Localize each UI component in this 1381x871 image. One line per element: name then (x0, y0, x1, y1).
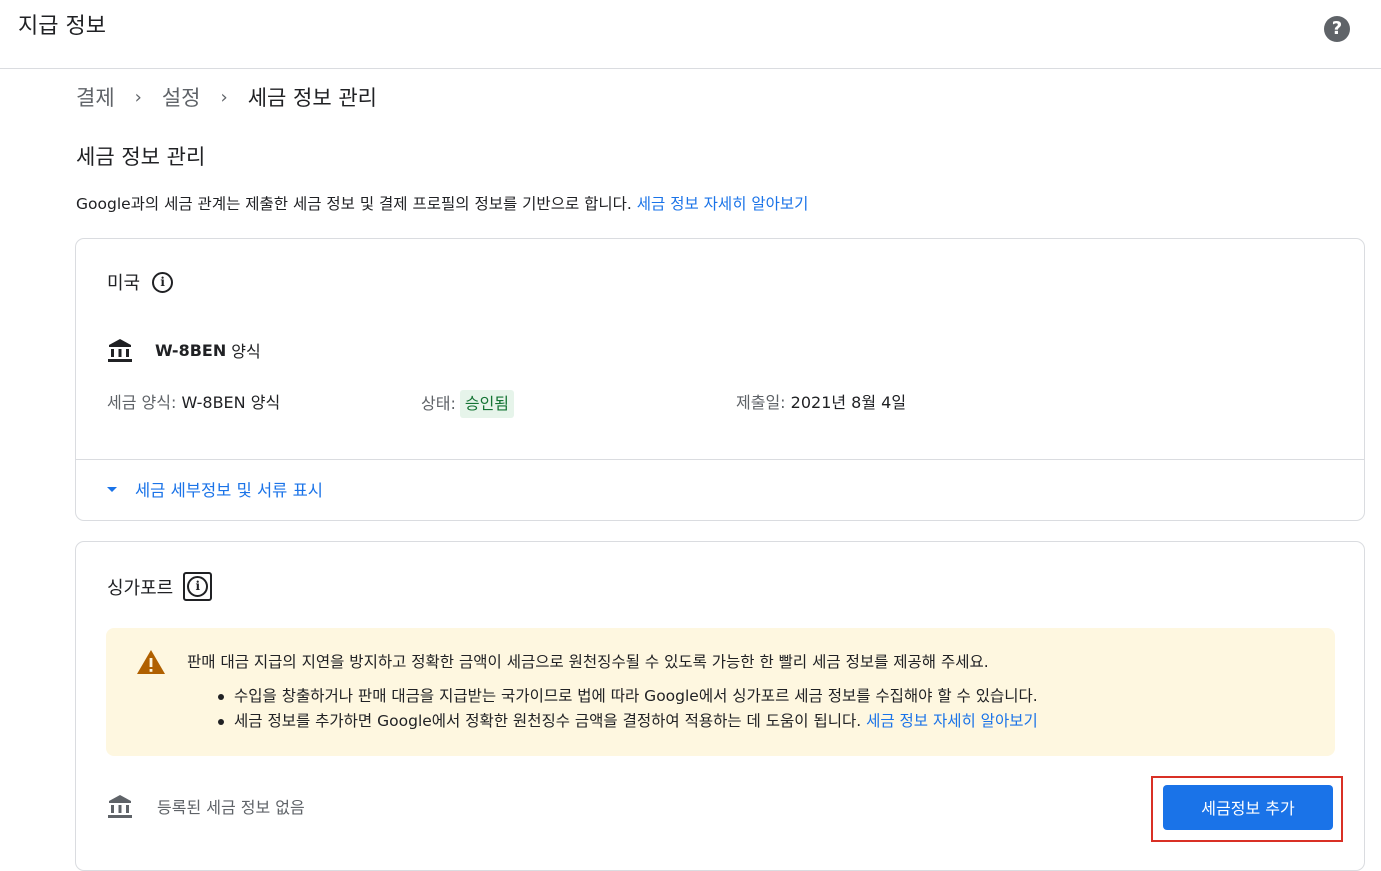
breadcrumb: 결제 › 설정 › 세금 정보 관리 (76, 82, 377, 112)
submitted-label: 제출일: (736, 393, 786, 412)
warning-triangle-icon (137, 650, 165, 674)
status-label: 상태: (421, 394, 456, 413)
empty-tax-info-text: 등록된 세금 정보 없음 (157, 798, 305, 817)
info-circle-icon[interactable]: i (152, 271, 174, 293)
submitted-detail: 제출일: 2021년 8월 4일 (736, 389, 906, 417)
country-name: 싱가포르 (107, 577, 174, 599)
warning-list-item: 수입을 창출하거나 판매 대금을 지급받는 국가이므로 법에 따라 Google… (218, 684, 1038, 709)
caret-down-icon (107, 486, 117, 492)
warning-list: 수입을 창출하거나 판매 대금을 지급받는 국가이므로 법에 따라 Google… (218, 684, 1038, 734)
form-suffix: 양식 (231, 342, 261, 361)
form-name: W-8BEN (155, 340, 227, 360)
sg-country-row: 싱가포르 i (107, 572, 213, 601)
warning-message: 판매 대금 지급의 지연을 방지하고 정확한 금액이 세금으로 원천징수될 수 … (187, 653, 989, 671)
us-form-row: W-8BEN 양식 (107, 337, 261, 363)
help-icon[interactable]: ? (1324, 16, 1350, 42)
page-title: 세금 정보 관리 (76, 145, 206, 169)
learn-more-link[interactable]: 세금 정보 자세히 알아보기 (637, 195, 809, 213)
bank-building-icon (108, 795, 132, 818)
breadcrumb-item-settings[interactable]: 설정 (162, 82, 201, 112)
warning-list-item: 세금 정보를 추가하면 Google에서 정확한 원천징수 금액을 결정하여 적… (218, 709, 1038, 734)
app-title: 지급 정보 (18, 14, 106, 39)
country-name: 미국 (107, 273, 141, 294)
warning-banner: 판매 대금 지급의 지연을 방지하고 정확한 금액이 세금으로 원천징수될 수 … (106, 628, 1335, 756)
us-tax-card: 미국 i W-8BEN 양식 세금 양식: W-8BEN 양식 상태: 승인됨 제… (75, 238, 1365, 521)
breadcrumb-item-current: 세금 정보 관리 (247, 86, 377, 110)
intro-text: Google과의 세금 관계는 제출한 세금 정보 및 결제 프로필의 정보를 … (76, 192, 808, 216)
card-divider (76, 459, 1364, 460)
show-tax-details-toggle[interactable]: 세금 세부정보 및 서류 표시 (107, 477, 323, 501)
status-detail: 상태: 승인됨 (421, 390, 515, 418)
status-badge: 승인됨 (459, 390, 515, 418)
show-tax-details-label: 세금 세부정보 및 서류 표시 (135, 481, 323, 500)
breadcrumb-item-payments[interactable]: 결제 (76, 82, 115, 112)
us-country-row: 미국 i (107, 269, 174, 295)
top-bar: 지급 정보 ? (0, 0, 1381, 69)
submitted-value: 2021년 8월 4일 (790, 393, 907, 412)
intro-description: Google과의 세금 관계는 제출한 세금 정보 및 결제 프로필의 정보를 … (76, 195, 637, 213)
info-button[interactable]: i (183, 572, 213, 601)
chevron-right-icon: › (134, 86, 142, 108)
tax-form-label: 세금 양식: (107, 393, 177, 412)
warning-bullet-text: 수입을 창출하거나 판매 대금을 지급받는 국가이므로 법에 따라 Google… (234, 687, 1038, 705)
chevron-right-icon: › (220, 86, 228, 108)
warning-bullet-text: 세금 정보를 추가하면 Google에서 정확한 원천징수 금액을 결정하여 적… (234, 712, 867, 730)
bank-building-icon (108, 339, 132, 362)
tax-form-value: W-8BEN 양식 (181, 393, 281, 412)
info-circle-icon: i (187, 576, 209, 597)
add-tax-info-button[interactable]: 세금정보 추가 (1163, 785, 1333, 830)
tax-form-detail: 세금 양식: W-8BEN 양식 (107, 389, 280, 417)
learn-more-link[interactable]: 세금 정보 자세히 알아보기 (866, 712, 1038, 730)
empty-tax-info-row: 등록된 세금 정보 없음 (107, 793, 305, 819)
